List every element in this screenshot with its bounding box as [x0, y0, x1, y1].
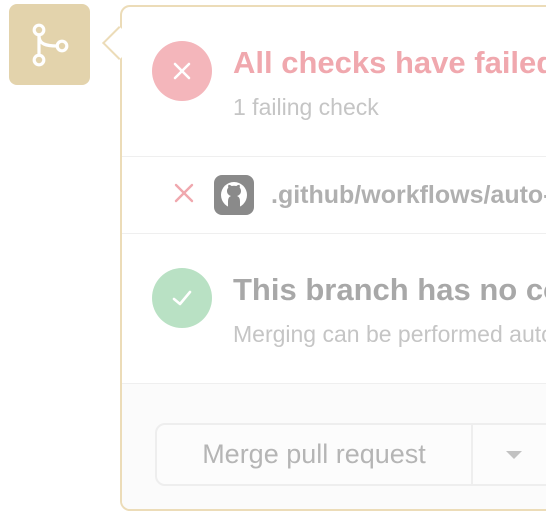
branch-badge — [9, 4, 90, 85]
x-icon — [174, 183, 194, 203]
merge-pull-request-button[interactable]: Merge pull request — [157, 425, 471, 484]
checks-failed-status — [152, 41, 212, 101]
merge-options-dropdown[interactable] — [473, 425, 546, 484]
conflicts-summary: This branch has no conflicts with the ba… — [122, 233, 546, 384]
checks-title: All checks have failed — [233, 45, 546, 80]
conflicts-title: This branch has no conflicts with the ba… — [233, 272, 546, 307]
github-icon — [221, 182, 247, 209]
no-conflicts-status — [152, 268, 212, 328]
conflicts-subtitle: Merging can be performed automatically. — [233, 321, 546, 347]
checks-summary: All checks have failed 1 failing check — [122, 7, 546, 156]
x-icon — [173, 62, 191, 80]
git-branch-icon — [32, 23, 68, 66]
workflow-check-row[interactable]: .github/workflows/auto-merge.yml — [122, 156, 546, 234]
triangle-down-icon — [506, 450, 522, 459]
merge-box-screen: All checks have failed 1 failing check .… — [0, 0, 546, 513]
merge-status-panel: All checks have failed 1 failing check .… — [120, 5, 546, 511]
merge-actions: Merge pull request — [122, 383, 546, 509]
checks-subtitle: 1 failing check — [233, 94, 379, 120]
workflow-name: .github/workflows/auto-merge.yml — [271, 181, 546, 209]
merge-button-group: Merge pull request — [155, 423, 546, 486]
workflow-avatar — [214, 175, 254, 215]
check-icon — [172, 290, 192, 306]
